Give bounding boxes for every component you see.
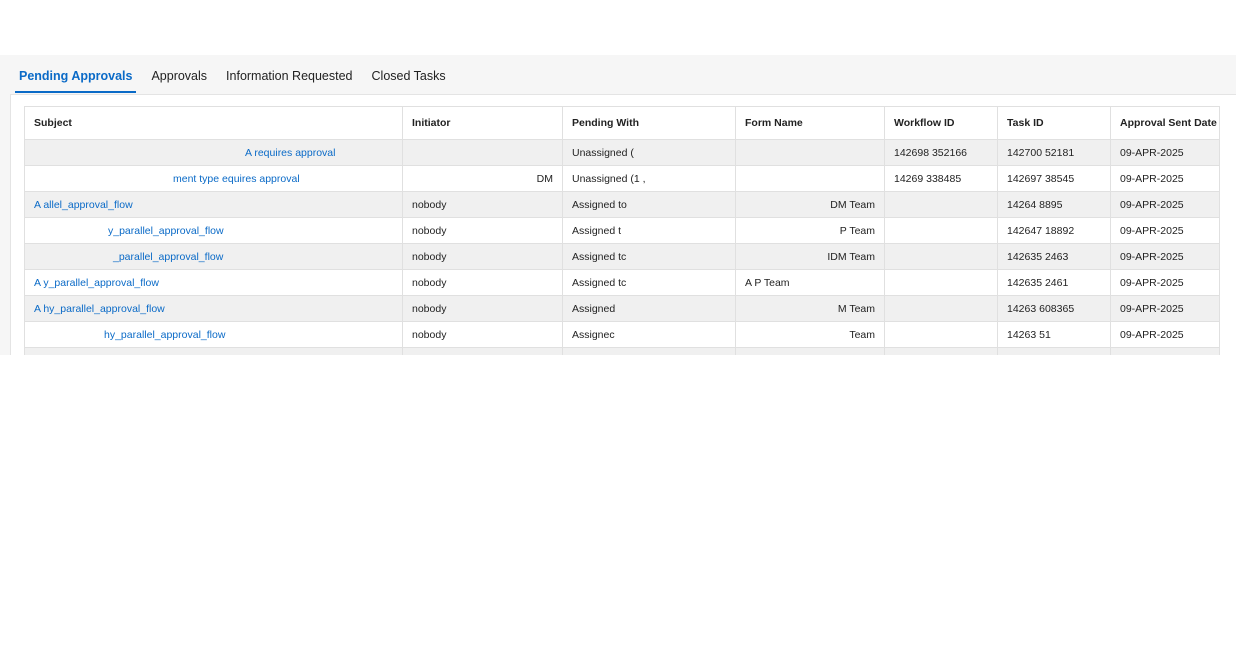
column-header-workflow-id[interactable]: Workflow ID	[884, 106, 998, 140]
pending-with-cell: Unassigned (	[562, 139, 736, 166]
task-id-cell	[997, 347, 1111, 355]
pending-with-cell: Assignec	[562, 321, 736, 348]
table-header-row: Subject Initiator Pending With Form Name…	[24, 106, 1220, 140]
subject-link[interactable]: ment type equires approval	[24, 165, 403, 192]
pending-with-cell: Assigned to	[562, 191, 736, 218]
tasks-panel: Subject Initiator Pending With Form Name…	[10, 94, 1236, 355]
tab-bar: Pending Approvals Approvals Information …	[15, 65, 461, 93]
workflow-id-cell	[884, 347, 998, 355]
initiator-cell	[402, 139, 563, 166]
subject-link[interactable]: A y_parallel_approval_flow	[24, 269, 403, 296]
tab-approvals[interactable]: Approvals	[147, 65, 211, 91]
column-header-initiator[interactable]: Initiator	[402, 106, 563, 140]
form-name-cell	[735, 139, 885, 166]
form-name-cell: M Team	[735, 295, 885, 322]
sent-date-cell: 09-APR-2025	[1110, 217, 1220, 244]
subject-link[interactable]: _parallel_approval_flow	[24, 243, 403, 270]
sent-date-cell: 09-APR-2025	[1110, 269, 1220, 296]
table-row[interactable]: A hy_parallel_approval_flow nobody Assig…	[24, 295, 1220, 322]
subject-link[interactable]: y_parallel_approval_flow	[24, 217, 403, 244]
subject-link[interactable]: A allel_approval_flow	[24, 191, 403, 218]
pending-with-cell: Assigned tc	[562, 243, 736, 270]
sent-date-cell: 09-APR-2025	[1110, 321, 1220, 348]
subject-link[interactable]: A requires approval	[24, 139, 403, 166]
tab-closed-tasks[interactable]: Closed Tasks	[368, 65, 450, 91]
form-name-cell: IDM Team	[735, 243, 885, 270]
subject-link[interactable]: hy_parallel_approval_flow	[24, 321, 403, 348]
column-header-subject[interactable]: Subject	[24, 106, 403, 140]
column-header-form-name[interactable]: Form Name	[735, 106, 885, 140]
table-row[interactable]: ment type equires approval DM Unassigned…	[24, 165, 1220, 192]
tab-pending-approvals[interactable]: Pending Approvals	[15, 65, 137, 93]
form-name-cell: A P Team	[735, 269, 885, 296]
form-name-cell	[735, 347, 885, 355]
table-row[interactable]: A y_parallel_approval_flow nobody Assign…	[24, 269, 1220, 296]
task-id-cell: 142697 38545	[997, 165, 1111, 192]
pending-with-cell: Unassigned (1 ,	[562, 165, 736, 192]
form-name-cell: Team	[735, 321, 885, 348]
initiator-cell: nobody	[402, 191, 563, 218]
sent-date-cell: 09-APR-2025	[1110, 243, 1220, 270]
form-name-cell: DM Team	[735, 191, 885, 218]
column-header-approval-sent-date[interactable]: Approval Sent Date	[1110, 106, 1220, 140]
task-id-cell: 142700 52181	[997, 139, 1111, 166]
tasks-table: Subject Initiator Pending With Form Name…	[24, 106, 1220, 355]
sent-date-cell: 09-APR-2025	[1110, 165, 1220, 192]
form-name-cell: P Team	[735, 217, 885, 244]
task-inbox: Pending Approvals Approvals Information …	[0, 55, 1236, 355]
pending-with-cell	[562, 347, 736, 355]
workflow-id-cell: 142698 352166	[884, 139, 998, 166]
task-id-cell: 142635 2463	[997, 243, 1111, 270]
table-row[interactable]: hy_parallel_approval_flow nobody Assigne…	[24, 321, 1220, 348]
task-id-cell: 142635 2461	[997, 269, 1111, 296]
subject-link[interactable]: A hy_parallel_approval_flow	[24, 295, 403, 322]
initiator-cell: nobody	[402, 243, 563, 270]
pending-with-cell: Assigned	[562, 295, 736, 322]
column-header-task-id[interactable]: Task ID	[997, 106, 1111, 140]
table-row[interactable]: A requires approval Unassigned ( 142698 …	[24, 139, 1220, 166]
task-id-cell: 14263 608365	[997, 295, 1111, 322]
workflow-id-cell	[884, 243, 998, 270]
initiator-cell: nobody	[402, 321, 563, 348]
task-id-cell: 14263 51	[997, 321, 1111, 348]
workflow-id-cell	[884, 295, 998, 322]
table-row[interactable]: _parallel_approval_flow nobody Assigned …	[24, 243, 1220, 270]
form-name-cell	[735, 165, 885, 192]
workflow-id-cell: 14269 338485	[884, 165, 998, 192]
sent-date-cell	[1110, 347, 1220, 355]
table-row[interactable]: A allel_approval_flow nobody Assigned to…	[24, 191, 1220, 218]
sent-date-cell: 09-APR-2025	[1110, 191, 1220, 218]
tab-information-requested[interactable]: Information Requested	[222, 65, 356, 91]
initiator-cell: DM	[402, 165, 563, 192]
subject-link[interactable]	[24, 347, 403, 355]
table-row[interactable]	[24, 347, 1220, 355]
sent-date-cell: 09-APR-2025	[1110, 295, 1220, 322]
task-id-cell: 14264 8895	[997, 191, 1111, 218]
workflow-id-cell	[884, 269, 998, 296]
workflow-id-cell	[884, 191, 998, 218]
sent-date-cell: 09-APR-2025	[1110, 139, 1220, 166]
initiator-cell: nobody	[402, 269, 563, 296]
initiator-cell	[402, 347, 563, 355]
workflow-id-cell	[884, 217, 998, 244]
pending-with-cell: Assigned t	[562, 217, 736, 244]
column-header-pending-with[interactable]: Pending With	[562, 106, 736, 140]
pending-with-cell: Assigned tc	[562, 269, 736, 296]
initiator-cell: nobody	[402, 217, 563, 244]
initiator-cell: nobody	[402, 295, 563, 322]
task-id-cell: 142647 18892	[997, 217, 1111, 244]
workflow-id-cell	[884, 321, 998, 348]
table-row[interactable]: y_parallel_approval_flow nobody Assigned…	[24, 217, 1220, 244]
